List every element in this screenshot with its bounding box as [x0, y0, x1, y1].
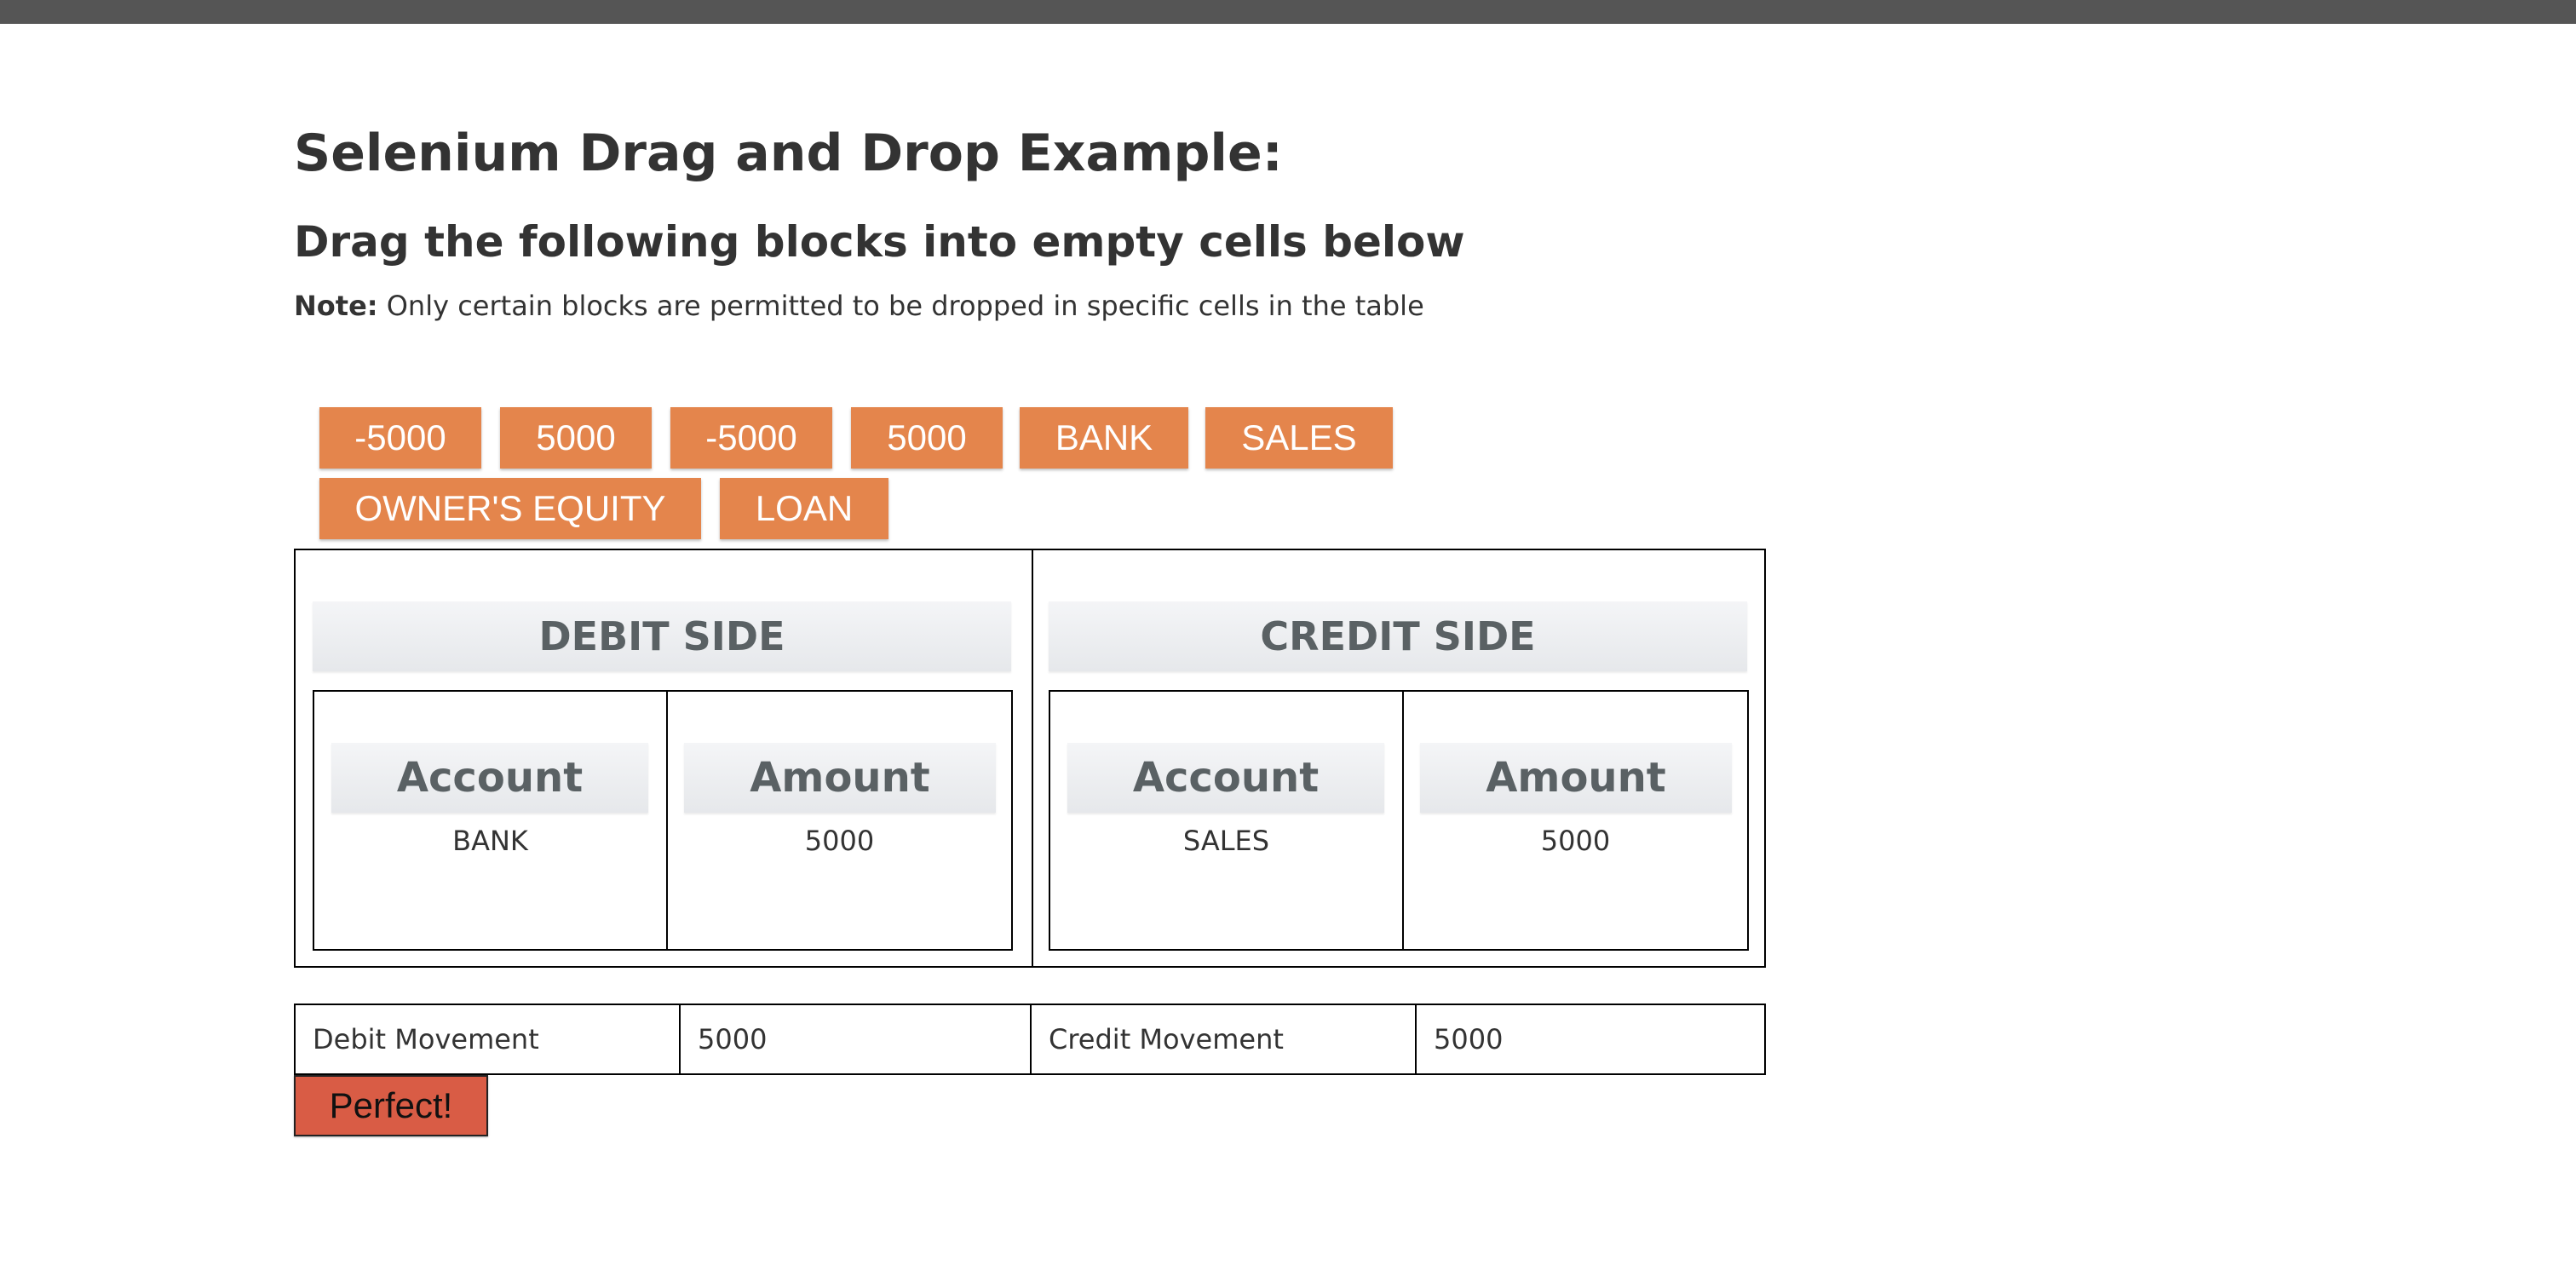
note-label: Note:	[294, 290, 378, 322]
perfect-button[interactable]: Perfect!	[294, 1075, 488, 1136]
credit-inner-table: Account Amount SALES 5000	[1049, 690, 1749, 951]
credit-amount-header: Amount	[1420, 743, 1732, 813]
credit-movement-label: Credit Movement	[1049, 1023, 1284, 1055]
debit-account-header: Account	[331, 743, 648, 813]
credit-account-drop-cell[interactable]: SALES	[1050, 820, 1402, 862]
block-bank[interactable]: BANK	[1020, 407, 1188, 469]
block-credit-amount[interactable]: 5000	[851, 407, 1003, 469]
block-loan[interactable]: LOAN	[720, 478, 888, 539]
movement-table: Debit Movement 5000 Credit Movement 5000	[294, 1004, 1766, 1075]
block-debit-amount-negative[interactable]: -5000	[319, 407, 481, 469]
block-owners-equity[interactable]: OWNER'S EQUITY	[319, 478, 701, 539]
block-sales[interactable]: SALES	[1205, 407, 1393, 469]
top-bar	[0, 0, 2576, 24]
block-credit-amount-negative[interactable]: -5000	[670, 407, 832, 469]
debit-amount-drop-cell[interactable]: 5000	[668, 820, 1011, 862]
debit-side-header: DEBIT SIDE	[313, 601, 1011, 671]
credit-amount-drop-cell[interactable]: 5000	[1404, 820, 1747, 862]
debit-movement-value: 5000	[698, 1023, 768, 1055]
page-subtitle: Drag the following blocks into empty cel…	[294, 217, 1465, 267]
credit-account-header: Account	[1067, 743, 1384, 813]
debit-inner-table: Account Amount BANK 5000	[313, 690, 1013, 951]
debit-movement-label: Debit Movement	[313, 1023, 539, 1055]
credit-side-header: CREDIT SIDE	[1049, 601, 1747, 671]
note-text: Note: Only certain blocks are permitted …	[294, 290, 1424, 322]
drop-table: DEBIT SIDE Account Amount BANK 5000 CRED…	[294, 549, 1766, 968]
block-debit-amount[interactable]: 5000	[500, 407, 652, 469]
credit-movement-value: 5000	[1434, 1023, 1504, 1055]
note-body: Only certain blocks are permitted to be …	[377, 290, 1424, 322]
table-divider	[1032, 550, 1033, 966]
debit-account-drop-cell[interactable]: BANK	[314, 820, 666, 862]
page-title: Selenium Drag and Drop Example:	[294, 124, 1283, 183]
debit-amount-header: Amount	[684, 743, 996, 813]
